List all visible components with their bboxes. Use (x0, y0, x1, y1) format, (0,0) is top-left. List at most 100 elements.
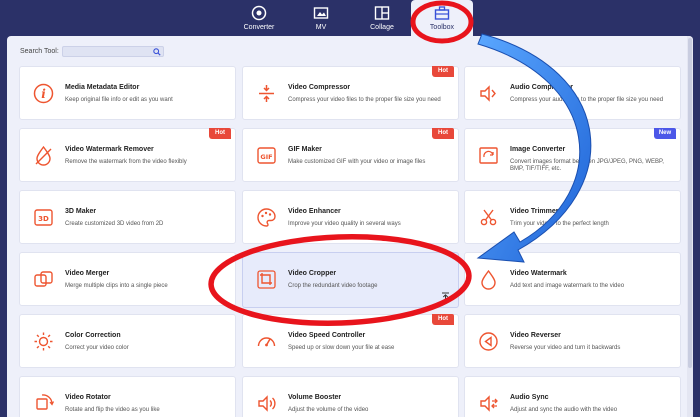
search-icon[interactable] (153, 48, 161, 56)
hot-badge: Hot (432, 66, 454, 77)
search-input[interactable] (61, 46, 164, 57)
svg-text:i: i (41, 87, 46, 101)
tool-card-video-compressor[interactable]: Video Compressor Compress your video file… (242, 66, 459, 120)
hot-badge: Hot (209, 128, 231, 139)
crop-icon (257, 270, 276, 289)
svg-text:GIF: GIF (260, 153, 272, 161)
tab-label: Converter (243, 24, 275, 31)
tool-description: Trim your videos to the perfect length (510, 221, 609, 227)
tab-mv[interactable]: MV (290, 0, 352, 36)
tool-card-video-reverser[interactable]: Video Reverser Reverse your video and tur… (464, 314, 681, 368)
tool-card-color-correction[interactable]: Color Correction Correct your video color (19, 314, 236, 368)
tool-description: Speed up or slow down your file at ease (288, 345, 395, 351)
tool-card-video-trimmer[interactable]: Video Trimmer Trim your videos to the per… (464, 190, 681, 244)
tool-card-video-rotator[interactable]: Video Rotator Rotate and flip the video a… (19, 376, 236, 417)
search-label: Search Tool: (20, 48, 59, 55)
tool-title: Video Cropper (288, 270, 337, 277)
watermark-remover-icon (35, 145, 52, 166)
volume-icon (258, 395, 276, 412)
audio-compress-icon (480, 85, 496, 102)
tool-title: Video Reverser (510, 332, 561, 339)
compress-icon (259, 85, 274, 102)
mv-icon (313, 7, 329, 19)
scrollbar[interactable] (687, 36, 693, 417)
tool-card-gif-maker[interactable]: GIF GIF Maker Make customized GIF with you… (242, 128, 459, 182)
tool-card-video-speed-controller[interactable]: Video Speed Controller Speed up or slow d… (242, 314, 459, 368)
speed-icon (257, 337, 276, 347)
tool-description: Create customized 3D video from 2D (65, 221, 164, 227)
3d-icon: 3D (34, 209, 53, 226)
converter-icon (251, 5, 267, 21)
scissors-icon (480, 209, 497, 226)
tool-title: Video Enhancer (288, 208, 341, 215)
tool-title: Video Compressor (288, 84, 351, 91)
tab-label: Collage (370, 24, 394, 31)
tool-card-video-watermark[interactable]: Video Watermark Add text and image waterm… (464, 252, 681, 306)
collage-icon (374, 6, 390, 20)
sun-icon (34, 332, 53, 351)
hot-badge: Hot (432, 314, 454, 325)
tool-title: Audio Compressor (510, 84, 574, 91)
toolbox-icon (434, 6, 450, 20)
tool-card-3d-maker[interactable]: 3D 3D Maker Create customized 3D video fro… (19, 190, 236, 244)
tool-title: Video Watermark Remover (65, 146, 154, 153)
palette-icon (257, 208, 276, 227)
tool-title: Media Metadata Editor (65, 84, 140, 91)
tool-card-media-metadata-editor[interactable]: i Media Metadata Editor Keep original file… (19, 66, 236, 120)
tool-description: Make customized GIF with your video or i… (288, 159, 426, 165)
tool-description: Adjust and sync the audio with the video (510, 407, 618, 413)
tool-title: Video Trimmer (510, 208, 559, 215)
info-icon: i (33, 83, 54, 104)
tool-description: Crop the redundant video footage (288, 283, 378, 289)
tool-title: 3D Maker (65, 208, 97, 215)
tab-label: Toolbox (429, 24, 455, 31)
tool-card-audio-sync[interactable]: Audio Sync Adjust and sync the audio with… (464, 376, 681, 417)
tool-card-video-merger[interactable]: Video Merger Merge multiple clips into a … (19, 252, 236, 306)
tool-card-video-enhancer[interactable]: Video Enhancer Improve your video quality… (242, 190, 459, 244)
tool-title: Video Rotator (65, 394, 111, 401)
tool-description: Add text and image watermark to the vide… (510, 283, 625, 289)
tool-description: Reverse your video and turn it backwards (510, 345, 621, 351)
tool-description: Convert images format between JPG/JPEG, … (510, 159, 664, 165)
tab-collage[interactable]: Collage (351, 0, 413, 36)
tool-card-video-watermark-remover[interactable]: Video Watermark Remover Remove the waterm… (19, 128, 236, 182)
tool-card-audio-compressor[interactable]: Audio Compressor Compress your audio file… (464, 66, 681, 120)
top-nav: Converter MV Collage Toolbox (0, 0, 700, 36)
hot-badge: Hot (432, 128, 454, 139)
tool-description: Merge multiple clips into a single piece (65, 283, 168, 289)
tool-card-video-cropper[interactable]: Video Cropper Crop the redundant video fo… (242, 252, 459, 308)
reverse-icon (479, 332, 498, 351)
tool-title: GIF Maker (288, 146, 322, 153)
tool-description: Correct your video color (65, 345, 129, 351)
watermark-icon (481, 269, 496, 290)
tool-description: Adjust the volume of the video (288, 407, 369, 413)
tool-card-volume-booster[interactable]: Volume Booster Adjust the volume of the v… (242, 376, 459, 417)
tool-description: Keep original file info or edit as you w… (65, 97, 173, 103)
tab-toolbox[interactable]: Toolbox (411, 0, 473, 36)
tool-title: Audio Sync (510, 394, 549, 401)
svg-text:3D: 3D (38, 215, 49, 223)
tool-title: Image Converter (510, 146, 566, 153)
tool-description: Rotate and flip the video as you like (65, 407, 160, 413)
tool-description: Improve your video quality in several wa… (288, 221, 401, 227)
add-to-top-icon[interactable] (441, 292, 450, 301)
tool-card-image-converter[interactable]: Image Converter Convert images format bet… (464, 128, 681, 182)
tool-description: Compress your audio files to the proper … (510, 97, 664, 103)
new-badge: New (654, 128, 676, 139)
tool-title: Color Correction (65, 332, 121, 339)
tool-description-line2: BMP, TIF/TIFF, etc. (510, 166, 562, 172)
tab-label: MV (315, 24, 327, 31)
tool-title: Volume Booster (288, 394, 342, 401)
tab-converter[interactable]: Converter (228, 0, 290, 36)
image-convert-icon (479, 147, 498, 164)
scrollbar-thumb[interactable] (688, 38, 692, 368)
audio-sync-icon (480, 395, 498, 412)
merge-icon (34, 271, 53, 287)
tool-title: Video Watermark (510, 270, 567, 277)
tool-title: Video Speed Controller (288, 332, 366, 339)
toolbox-panel: Search Tool: i Media Metadata Editor Keep … (7, 36, 693, 417)
tool-description: Compress your video files to the proper … (288, 97, 441, 103)
gif-icon: GIF (257, 147, 276, 164)
rotate-icon (36, 394, 54, 410)
tool-title: Video Merger (65, 270, 110, 277)
